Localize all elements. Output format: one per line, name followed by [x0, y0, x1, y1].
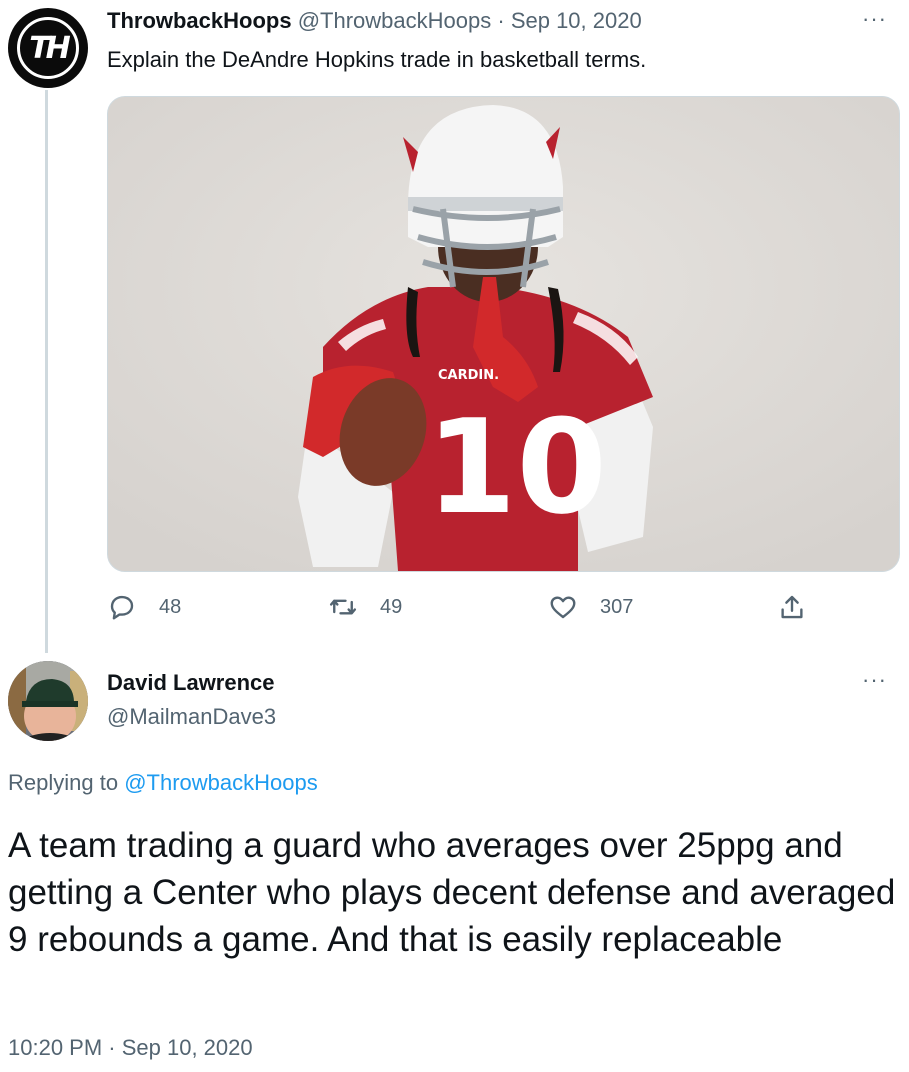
reply-author-handle[interactable]: @MailmanDave3 [107, 704, 276, 730]
more-options-icon[interactable]: ··· [862, 6, 887, 32]
reply-more-options-icon[interactable]: ··· [862, 667, 887, 693]
football-player-image: 10 CARDIN. [108, 97, 899, 571]
avatar-logo: TH [29, 30, 71, 66]
tweet-header: ThrowbackHoops @ThrowbackHoops · Sep 10,… [107, 8, 642, 34]
share-icon [781, 595, 803, 619]
replying-to-link[interactable]: @ThrowbackHoops [124, 770, 318, 795]
like-count: 307 [600, 595, 634, 618]
reply-author-name[interactable]: David Lawrence [107, 670, 275, 696]
reply-avatar[interactable] [8, 661, 88, 741]
like-button[interactable]: 307 [548, 592, 633, 622]
reply-button[interactable]: 48 [107, 592, 181, 622]
tweet-date[interactable]: Sep 10, 2020 [511, 8, 642, 33]
share-button[interactable] [777, 592, 829, 622]
replying-to: Replying to @ThrowbackHoops [8, 770, 318, 796]
avatar-logo-ring: TH [17, 17, 79, 79]
thread-line [45, 90, 48, 653]
jersey-team-text: CARDIN. [438, 368, 499, 383]
author-handle[interactable]: @ThrowbackHoops [298, 8, 492, 33]
tweet-photo[interactable]: 10 CARDIN. [107, 96, 900, 572]
jersey-number: 10 [426, 391, 607, 543]
reply-timestamp[interactable]: 10:20 PM · Sep 10, 2020 [8, 1035, 253, 1061]
avatar[interactable]: TH [8, 8, 88, 88]
reply-text: A team trading a guard who averages over… [8, 826, 896, 959]
replying-to-label: Replying to [8, 770, 119, 795]
reply-avatar-photo [8, 661, 88, 741]
retweet-icon [329, 599, 357, 615]
author-name[interactable]: ThrowbackHoops [107, 8, 292, 33]
heart-icon [550, 596, 576, 619]
separator: · [497, 8, 505, 33]
reply-count: 48 [159, 595, 182, 618]
retweet-button[interactable]: 49 [328, 592, 402, 622]
comment-icon [110, 595, 134, 620]
retweet-count: 49 [380, 595, 403, 618]
tweet-text: Explain the DeAndre Hopkins trade in bas… [107, 47, 647, 72]
